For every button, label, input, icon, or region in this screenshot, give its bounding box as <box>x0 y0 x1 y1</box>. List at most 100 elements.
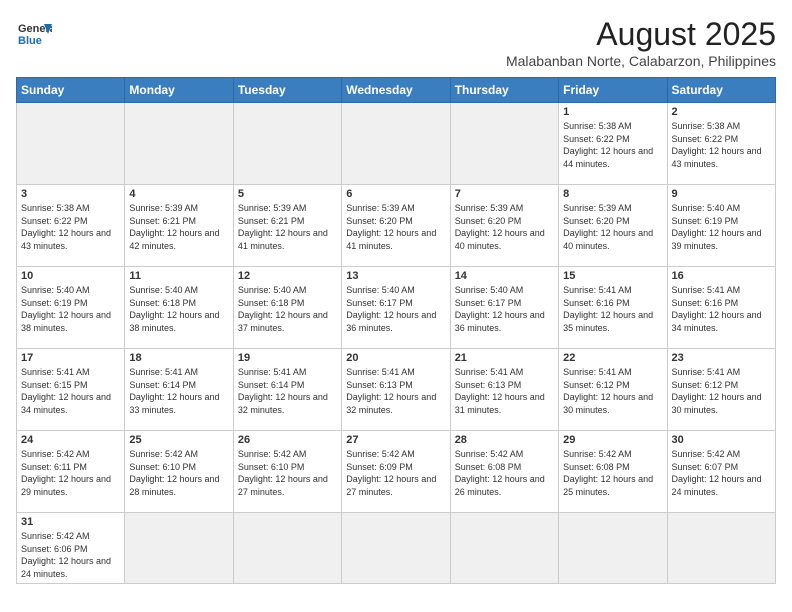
weekday-header-friday: Friday <box>559 78 667 103</box>
day-info: Sunrise: 5:39 AM Sunset: 6:20 PM Dayligh… <box>346 202 445 252</box>
day-info: Sunrise: 5:40 AM Sunset: 6:17 PM Dayligh… <box>455 284 554 334</box>
day-info: Sunrise: 5:39 AM Sunset: 6:20 PM Dayligh… <box>455 202 554 252</box>
calendar-day-cell: 16 Sunrise: 5:41 AM Sunset: 6:16 PM Dayli… <box>667 267 775 349</box>
calendar-day-cell: 24 Sunrise: 5:42 AM Sunset: 6:11 PM Dayli… <box>17 431 125 513</box>
calendar-day-cell: 30Sunrise: 5:42 AM Sunset: 6:07 PM Dayli… <box>667 431 775 513</box>
day-info: Sunrise: 5:42 AM Sunset: 6:09 PM Dayligh… <box>346 448 445 498</box>
calendar-day-cell: 20 Sunrise: 5:41 AM Sunset: 6:13 PM Dayli… <box>342 349 450 431</box>
day-number: 4 <box>129 188 228 200</box>
calendar-day-cell <box>17 103 125 185</box>
day-info: Sunrise: 5:42 AM Sunset: 6:08 PM Dayligh… <box>563 448 662 498</box>
day-number: 18 <box>129 352 228 364</box>
title-block: August 2025 Malabanban Norte, Calabarzon… <box>506 16 776 69</box>
day-number: 25 <box>129 434 228 446</box>
day-info: Sunrise: 5:41 AM Sunset: 6:16 PM Dayligh… <box>672 284 771 334</box>
calendar-day-cell <box>125 513 233 584</box>
day-number: 24 <box>21 434 120 446</box>
day-number: 30 <box>672 434 771 446</box>
weekday-header-row: SundayMondayTuesdayWednesdayThursdayFrid… <box>17 78 776 103</box>
day-info: Sunrise: 5:42 AM Sunset: 6:11 PM Dayligh… <box>21 448 120 498</box>
calendar-day-cell: 14 Sunrise: 5:40 AM Sunset: 6:17 PM Dayli… <box>450 267 558 349</box>
day-info: Sunrise: 5:40 AM Sunset: 6:18 PM Dayligh… <box>238 284 337 334</box>
day-number: 17 <box>21 352 120 364</box>
day-number: 14 <box>455 270 554 282</box>
calendar-day-cell: 2Sunrise: 5:38 AM Sunset: 6:22 PM Daylig… <box>667 103 775 185</box>
day-info: Sunrise: 5:40 AM Sunset: 6:19 PM Dayligh… <box>672 202 771 252</box>
day-info: Sunrise: 5:41 AM Sunset: 6:15 PM Dayligh… <box>21 366 120 416</box>
day-number: 6 <box>346 188 445 200</box>
day-info: Sunrise: 5:42 AM Sunset: 6:06 PM Dayligh… <box>21 530 120 580</box>
day-number: 7 <box>455 188 554 200</box>
calendar-day-cell: 13 Sunrise: 5:40 AM Sunset: 6:17 PM Dayli… <box>342 267 450 349</box>
day-info: Sunrise: 5:41 AM Sunset: 6:13 PM Dayligh… <box>346 366 445 416</box>
calendar-day-cell: 21Sunrise: 5:41 AM Sunset: 6:13 PM Dayli… <box>450 349 558 431</box>
day-number: 29 <box>563 434 662 446</box>
calendar-day-cell: 4 Sunrise: 5:39 AM Sunset: 6:21 PM Daylig… <box>125 185 233 267</box>
calendar-week-row: 17 Sunrise: 5:41 AM Sunset: 6:15 PM Dayli… <box>17 349 776 431</box>
day-number: 2 <box>672 106 771 118</box>
calendar-day-cell <box>450 513 558 584</box>
day-info: Sunrise: 5:38 AM Sunset: 6:22 PM Dayligh… <box>21 202 120 252</box>
day-number: 28 <box>455 434 554 446</box>
day-info: Sunrise: 5:39 AM Sunset: 6:21 PM Dayligh… <box>129 202 228 252</box>
day-number: 31 <box>21 516 120 528</box>
calendar-day-cell: 10 Sunrise: 5:40 AM Sunset: 6:19 PM Dayli… <box>17 267 125 349</box>
day-number: 22 <box>563 352 662 364</box>
calendar-day-cell: 28Sunrise: 5:42 AM Sunset: 6:08 PM Dayli… <box>450 431 558 513</box>
calendar-day-cell: 7 Sunrise: 5:39 AM Sunset: 6:20 PM Daylig… <box>450 185 558 267</box>
day-info: Sunrise: 5:41 AM Sunset: 6:16 PM Dayligh… <box>563 284 662 334</box>
calendar-day-cell <box>342 103 450 185</box>
day-number: 13 <box>346 270 445 282</box>
weekday-header-sunday: Sunday <box>17 78 125 103</box>
calendar-day-cell: 17 Sunrise: 5:41 AM Sunset: 6:15 PM Dayli… <box>17 349 125 431</box>
calendar-day-cell <box>667 513 775 584</box>
day-number: 1 <box>563 106 662 118</box>
weekday-header-monday: Monday <box>125 78 233 103</box>
calendar-day-cell: 1 Sunrise: 5:38 AM Sunset: 6:22 PM Daylig… <box>559 103 667 185</box>
day-info: Sunrise: 5:41 AM Sunset: 6:14 PM Dayligh… <box>238 366 337 416</box>
day-number: 23 <box>672 352 771 364</box>
day-info: Sunrise: 5:40 AM Sunset: 6:18 PM Dayligh… <box>129 284 228 334</box>
day-info: Sunrise: 5:40 AM Sunset: 6:17 PM Dayligh… <box>346 284 445 334</box>
calendar-day-cell: 12 Sunrise: 5:40 AM Sunset: 6:18 PM Dayli… <box>233 267 341 349</box>
calendar-week-row: 24 Sunrise: 5:42 AM Sunset: 6:11 PM Dayli… <box>17 431 776 513</box>
day-number: 16 <box>672 270 771 282</box>
day-info: Sunrise: 5:39 AM Sunset: 6:20 PM Dayligh… <box>563 202 662 252</box>
day-info: Sunrise: 5:40 AM Sunset: 6:19 PM Dayligh… <box>21 284 120 334</box>
day-number: 12 <box>238 270 337 282</box>
calendar-day-cell: 5Sunrise: 5:39 AM Sunset: 6:21 PM Daylig… <box>233 185 341 267</box>
calendar-week-row: 3Sunrise: 5:38 AM Sunset: 6:22 PM Daylig… <box>17 185 776 267</box>
logo: General Blue <box>16 16 52 52</box>
day-number: 10 <box>21 270 120 282</box>
calendar-day-cell: 3Sunrise: 5:38 AM Sunset: 6:22 PM Daylig… <box>17 185 125 267</box>
calendar-table: SundayMondayTuesdayWednesdayThursdayFrid… <box>16 77 776 584</box>
day-number: 27 <box>346 434 445 446</box>
day-number: 5 <box>238 188 337 200</box>
day-number: 9 <box>672 188 771 200</box>
calendar-day-cell: 9 Sunrise: 5:40 AM Sunset: 6:19 PM Daylig… <box>667 185 775 267</box>
calendar-subtitle: Malabanban Norte, Calabarzon, Philippine… <box>506 53 776 69</box>
calendar-day-cell: 6 Sunrise: 5:39 AM Sunset: 6:20 PM Daylig… <box>342 185 450 267</box>
day-info: Sunrise: 5:41 AM Sunset: 6:12 PM Dayligh… <box>563 366 662 416</box>
weekday-header-thursday: Thursday <box>450 78 558 103</box>
calendar-week-row: 31 Sunrise: 5:42 AM Sunset: 6:06 PM Dayli… <box>17 513 776 584</box>
day-number: 19 <box>238 352 337 364</box>
day-info: Sunrise: 5:41 AM Sunset: 6:14 PM Dayligh… <box>129 366 228 416</box>
logo-icon: General Blue <box>16 16 52 52</box>
day-number: 15 <box>563 270 662 282</box>
day-number: 11 <box>129 270 228 282</box>
calendar-day-cell <box>125 103 233 185</box>
day-info: Sunrise: 5:41 AM Sunset: 6:13 PM Dayligh… <box>455 366 554 416</box>
calendar-day-cell: 25 Sunrise: 5:42 AM Sunset: 6:10 PM Dayli… <box>125 431 233 513</box>
calendar-day-cell <box>233 513 341 584</box>
calendar-day-cell <box>342 513 450 584</box>
weekday-header-wednesday: Wednesday <box>342 78 450 103</box>
day-info: Sunrise: 5:42 AM Sunset: 6:10 PM Dayligh… <box>129 448 228 498</box>
weekday-header-saturday: Saturday <box>667 78 775 103</box>
calendar-day-cell: 29 Sunrise: 5:42 AM Sunset: 6:08 PM Dayli… <box>559 431 667 513</box>
calendar-day-cell: 23Sunrise: 5:41 AM Sunset: 6:12 PM Dayli… <box>667 349 775 431</box>
day-number: 20 <box>346 352 445 364</box>
weekday-header-tuesday: Tuesday <box>233 78 341 103</box>
day-info: Sunrise: 5:38 AM Sunset: 6:22 PM Dayligh… <box>563 120 662 170</box>
page-header: General Blue August 2025 Malabanban Nort… <box>16 16 776 69</box>
